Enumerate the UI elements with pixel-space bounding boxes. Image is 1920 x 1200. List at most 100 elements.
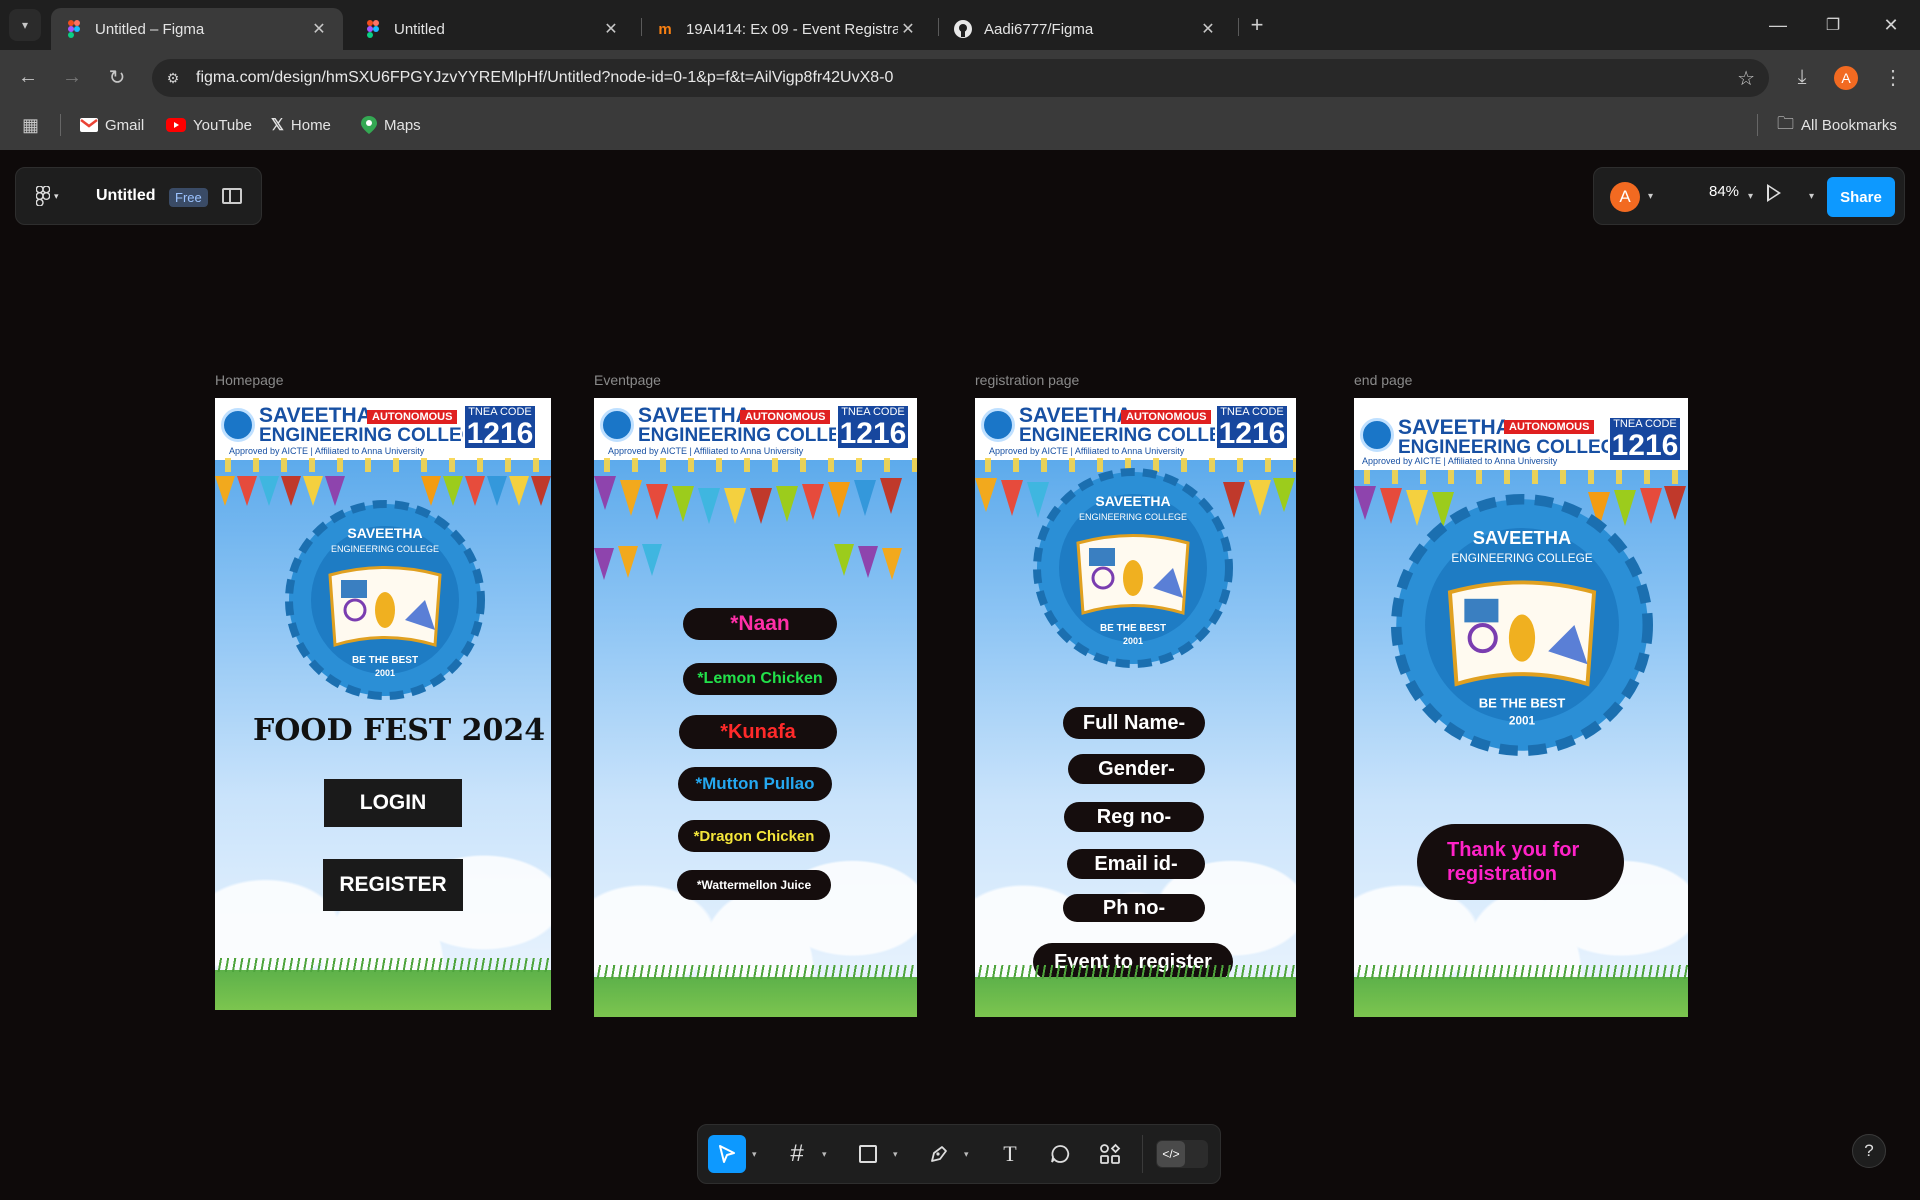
event-item-dragon-chicken[interactable]: *Dragon Chicken <box>678 820 830 852</box>
college-name-line1: SAVEETHA <box>259 404 372 427</box>
bookmark-star-icon[interactable]: ☆ <box>1737 66 1755 91</box>
frame-label-homepage[interactable]: Homepage <box>215 372 284 388</box>
cursor-arrow-icon <box>719 1145 735 1163</box>
move-tool[interactable] <box>708 1135 746 1173</box>
chevron-down-icon[interactable]: ▾ <box>752 1149 757 1160</box>
tab-separator <box>938 18 939 36</box>
frame-label-endpage[interactable]: end page <box>1354 372 1412 388</box>
code-brackets-icon: </> <box>1157 1141 1185 1167</box>
plan-badge[interactable]: Free <box>169 188 208 207</box>
text-t-icon: T <box>1003 1141 1017 1166</box>
college-header: SAVEETHA ENGINEERING COLLEGE AUTONOMOUS A… <box>594 398 917 460</box>
tab-figma-untitled[interactable]: Untitled – Figma ✕ <box>51 8 343 50</box>
back-button[interactable]: ← <box>12 61 44 93</box>
chevron-down-icon[interactable]: ▾ <box>822 1149 827 1160</box>
close-tab-icon[interactable]: ✕ <box>309 19 329 39</box>
field-gender[interactable]: Gender- <box>1068 754 1205 784</box>
close-tab-icon[interactable]: ✕ <box>898 19 918 39</box>
tab-event-registration[interactable]: m 19AI414: Ex 09 - Event Registrat ✕ <box>642 8 932 50</box>
emblem-motto: BE THE BEST <box>1479 696 1566 711</box>
file-name[interactable]: Untitled <box>96 187 156 205</box>
profile-avatar[interactable]: A <box>1834 66 1858 90</box>
share-button[interactable]: Share <box>1827 177 1895 217</box>
bookmark-label: YouTube <box>193 116 252 134</box>
event-item-kunafa[interactable]: *Kunafa <box>679 715 837 749</box>
youtube-icon <box>166 118 186 132</box>
emblem-year: 2001 <box>1123 636 1143 646</box>
zoom-level[interactable]: 84% <box>1704 183 1744 200</box>
grass-decoration <box>215 958 551 1010</box>
actions-tool[interactable] <box>1091 1135 1129 1173</box>
reload-button[interactable]: ↻ <box>101 61 133 93</box>
event-item-naan[interactable]: *Naan <box>683 608 837 640</box>
forward-button[interactable]: → <box>56 61 88 93</box>
chevron-down-icon[interactable]: ▾ <box>1809 191 1814 202</box>
bunting-flags-decoration <box>594 476 902 524</box>
comment-tool[interactable] <box>1041 1135 1079 1173</box>
chevron-down-icon[interactable]: ▾ <box>1748 191 1753 202</box>
emblem-year: 2001 <box>375 668 395 678</box>
frame-label-registration[interactable]: registration page <box>975 372 1079 388</box>
dev-mode-toggle[interactable]: </> <box>1156 1140 1208 1168</box>
login-button[interactable]: LOGIN <box>324 779 462 827</box>
frame-tool[interactable]: # <box>778 1135 816 1173</box>
field-full-name[interactable]: Full Name- <box>1063 707 1205 739</box>
college-name-line1: SAVEETHA <box>1398 416 1511 439</box>
url-text[interactable]: figma.com/design/hmSXU6FPGYJzvYYREMlpHf/… <box>196 69 893 87</box>
apps-button[interactable]: ▦ <box>22 114 39 136</box>
affiliation-text: Approved by AICTE | Affiliated to Anna U… <box>989 446 1185 456</box>
frame-registration-page[interactable]: SAVEETHA ENGINEERING COLLEGE AUTONOMOUS A… <box>975 398 1296 1017</box>
restore-button[interactable]: ❐ <box>1810 10 1856 40</box>
autonomous-badge: AUTONOMOUS <box>1121 410 1212 424</box>
toggle-sidebar-icon[interactable] <box>222 188 242 204</box>
event-item-wattermellon-juice[interactable]: *Wattermellon Juice <box>677 870 831 900</box>
main-menu-button[interactable]: ▾ <box>36 186 59 206</box>
close-tab-icon[interactable]: ✕ <box>601 19 621 39</box>
college-name-line1: SAVEETHA <box>638 404 751 427</box>
field-ph-no[interactable]: Ph no- <box>1063 894 1205 922</box>
tab-github-figma[interactable]: Aadi6777/Figma ✕ <box>940 8 1232 50</box>
tab-untitled[interactable]: Untitled ✕ <box>350 8 635 50</box>
close-window-button[interactable]: ✕ <box>1868 10 1914 40</box>
rectangle-tool[interactable] <box>849 1135 887 1173</box>
comment-bubble-icon <box>1051 1145 1070 1163</box>
chevron-down-icon[interactable]: ▾ <box>1648 191 1653 202</box>
downloads-button[interactable]: ⤓ <box>1786 61 1818 93</box>
bookmark-maps[interactable]: Maps <box>361 114 421 136</box>
autonomous-badge: AUTONOMOUS <box>740 410 831 424</box>
frame-end-page[interactable]: SAVEETHA ENGINEERING COLLEGE AUTONOMOUS A… <box>1354 398 1688 1017</box>
address-bar[interactable]: ⚙ figma.com/design/hmSXU6FPGYJzvYYREMlpH… <box>152 59 1769 97</box>
help-button[interactable]: ? <box>1852 1134 1886 1168</box>
tab-title: 19AI414: Ex 09 - Event Registrat <box>686 20 898 38</box>
frame-eventpage[interactable]: SAVEETHA ENGINEERING COLLEGE AUTONOMOUS A… <box>594 398 917 1017</box>
tab-search-button[interactable]: ▾ <box>9 9 41 41</box>
present-play-icon[interactable] <box>1767 184 1781 202</box>
field-reg-no[interactable]: Reg no- <box>1064 802 1204 832</box>
bookmark-label: Home <box>290 116 331 134</box>
pen-tool[interactable] <box>920 1135 958 1173</box>
frame-label-eventpage[interactable]: Eventpage <box>594 372 661 388</box>
site-info-icon[interactable]: ⚙ <box>162 67 184 89</box>
tab-title: Aadi6777/Figma <box>984 20 1094 38</box>
frame-homepage[interactable]: SAVEETHA ENGINEERING COLLEGE AUTONOMOUS A… <box>215 398 551 1010</box>
text-tool[interactable]: T <box>991 1135 1029 1173</box>
emblem-name-line2: ENGINEERING COLLEGE <box>1451 552 1592 565</box>
chevron-down-icon[interactable]: ▾ <box>964 1149 969 1160</box>
minimize-button[interactable]: — <box>1755 10 1801 40</box>
new-tab-button[interactable]: + <box>1234 10 1280 40</box>
bunting-flags-decoration <box>594 544 902 580</box>
bookmark-youtube[interactable]: YouTube <box>166 114 252 136</box>
event-item-lemon-chicken[interactable]: *Lemon Chicken <box>683 663 837 695</box>
user-avatar[interactable]: A <box>1610 182 1640 212</box>
field-email-id[interactable]: Email id- <box>1067 849 1205 879</box>
profile-initial: A <box>1841 70 1851 86</box>
menu-button[interactable]: ⋮ <box>1877 61 1909 93</box>
close-tab-icon[interactable]: ✕ <box>1198 19 1218 39</box>
event-item-mutton-pullao[interactable]: *Mutton Pullao <box>678 767 832 801</box>
bookmark-gmail[interactable]: Gmail <box>80 114 144 136</box>
register-button[interactable]: REGISTER <box>323 859 463 911</box>
string-lights-decoration <box>594 458 917 472</box>
bookmark-x-home[interactable]: 𝕏 Home <box>271 114 331 136</box>
chevron-down-icon[interactable]: ▾ <box>893 1149 898 1160</box>
all-bookmarks-button[interactable]: 🗀 All Bookmarks <box>1777 114 1897 136</box>
